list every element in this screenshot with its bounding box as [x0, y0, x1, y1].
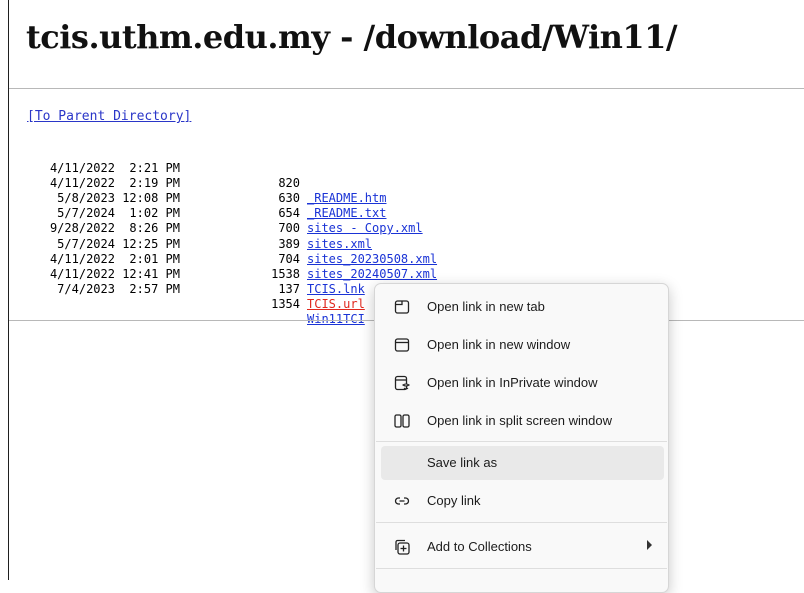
link-icon [394, 497, 410, 505]
file-row: 5/7/2024 1:02 PM 700 sites.xml [30, 191, 372, 250]
file-date: 7/4/2023 2:57 PM [57, 281, 180, 296]
menu-item-save-link-as[interactable]: Save link as [381, 446, 664, 480]
menu-separator [376, 441, 667, 442]
file-link[interactable]: sites_20230508.xml [307, 252, 437, 267]
file-size: 389 [278, 236, 300, 251]
file-row: 4/11/2022 12:41 PM 137 TCIS.url [30, 252, 365, 311]
file-row: 4/11/2022 2:19 PM 630 _README.txt [30, 161, 387, 220]
collections-icon [395, 539, 410, 555]
file-row: 4/11/2022 2:21 PM 820 _README.htm [30, 146, 387, 205]
file-listing: 4/11/2022 2:21 PM 820 _README.htm 4/11/2… [30, 146, 437, 326]
file-row: 5/8/2023 12:08 PM 654 sites - Copy.xml [30, 176, 422, 235]
file-link[interactable]: TCIS.url [307, 297, 365, 312]
file-row: 5/7/2024 12:25 PM 704 sites_20240507.xml [30, 221, 437, 281]
menu-item-open-new-window[interactable]: Open link in new window [381, 328, 664, 362]
file-size: 1538 [271, 266, 300, 281]
file-size: 820 [278, 176, 300, 191]
menu-item-label: Save link as [427, 455, 498, 470]
file-link[interactable]: sites - Copy.xml [307, 221, 423, 236]
menu-item-label: Add to Collections [427, 539, 532, 554]
top-divider [9, 88, 804, 89]
menu-item-label: Copy link [427, 493, 481, 508]
menu-item-open-inprivate-window[interactable]: Open link in InPrivate window [381, 366, 664, 400]
split-screen-icon [394, 414, 410, 428]
file-link[interactable]: TCIS.lnk [307, 282, 365, 297]
menu-separator [376, 568, 667, 569]
chevron-right-icon [647, 540, 652, 550]
page-title: tcis.uthm.edu.my - /download/Win11/ [26, 18, 678, 56]
menu-item-open-split-screen[interactable]: Open link in split screen window [381, 404, 664, 438]
file-size: 704 [278, 251, 300, 266]
file-size: 700 [278, 221, 300, 236]
file-link[interactable]: sites_20240507.xml [307, 267, 437, 282]
menu-item-label: Open link in InPrivate window [427, 375, 598, 390]
menu-item-open-new-tab[interactable]: Open link in new tab [381, 290, 664, 324]
menu-item-copy-link[interactable]: Copy link [381, 484, 664, 518]
context-menu: Open link in new tab Open link in new wi… [374, 283, 669, 593]
file-link[interactable]: sites.xml [307, 237, 372, 252]
menu-item-label: Open link in new window [427, 337, 571, 352]
new-tab-icon [394, 300, 410, 314]
file-size: 137 [278, 281, 300, 296]
inprivate-window-icon [394, 375, 410, 391]
menu-item-label: Open link in new tab [427, 299, 545, 314]
menu-separator [376, 522, 667, 523]
file-row: 4/11/2022 2:01 PM 1538 TCIS.lnk [30, 237, 365, 296]
file-size: 654 [278, 206, 300, 221]
file-size: 630 [278, 191, 300, 206]
file-row: 9/28/2022 8:26 PM 389 sites_20230508.xml [30, 206, 437, 265]
menu-item-label: Open link in split screen window [427, 413, 612, 428]
file-size: 1354 [271, 296, 300, 311]
parent-directory-link[interactable]: [To Parent Directory] [27, 109, 191, 124]
new-window-icon [394, 338, 410, 352]
file-link[interactable]: _README.htm [307, 191, 386, 206]
menu-item-add-to-collections[interactable]: Add to Collections [381, 530, 664, 564]
file-row: 7/4/2023 2:57 PM 1354 Win11TCI [30, 267, 365, 326]
file-link[interactable]: _README.txt [307, 206, 386, 221]
